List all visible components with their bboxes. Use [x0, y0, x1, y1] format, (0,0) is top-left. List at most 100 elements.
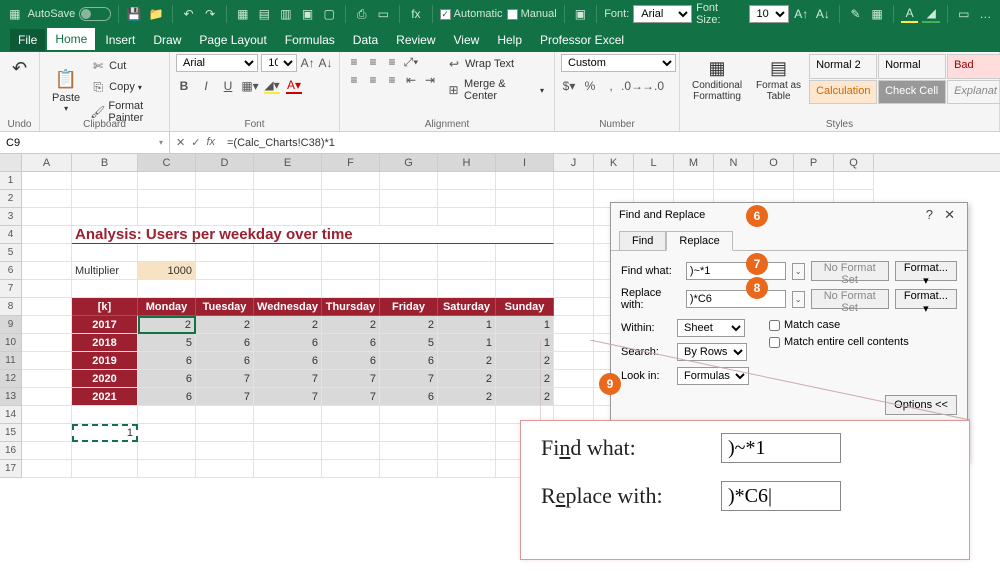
cell[interactable]: 2017 — [72, 316, 138, 334]
tab-help[interactable]: Help — [489, 29, 530, 51]
cell[interactable]: 2 — [196, 316, 254, 334]
indent-inc-icon[interactable]: ⇥ — [422, 72, 438, 88]
cell[interactable] — [196, 172, 254, 190]
cell[interactable] — [554, 280, 594, 298]
cell[interactable]: 2 — [496, 370, 554, 388]
fill-color-icon[interactable]: ◢ — [922, 5, 940, 23]
cell[interactable] — [22, 190, 72, 208]
cell[interactable] — [322, 190, 380, 208]
cell[interactable]: Monday — [138, 298, 196, 316]
percent-icon[interactable]: % — [582, 78, 598, 94]
cell[interactable]: Analysis: Users per weekday over time — [72, 226, 554, 244]
cell[interactable] — [72, 172, 138, 190]
qa-icon[interactable]: ▣ — [572, 5, 590, 23]
underline-icon[interactable]: U — [220, 78, 236, 94]
paste-button[interactable]: 📋Paste▾ — [46, 54, 86, 126]
cell[interactable] — [138, 208, 196, 226]
cut-button[interactable]: ✄Cut — [86, 56, 163, 76]
align-mid-icon[interactable]: ≡ — [365, 54, 381, 70]
cell[interactable] — [438, 424, 496, 442]
row-header[interactable]: 1 — [0, 172, 22, 190]
cell[interactable] — [438, 442, 496, 460]
cell[interactable] — [254, 280, 322, 298]
align-top-icon[interactable]: ≡ — [346, 54, 362, 70]
style-normal[interactable]: Normal — [878, 54, 946, 79]
inc-dec-icon[interactable]: .0→ — [624, 78, 640, 94]
cell[interactable]: Tuesday — [196, 298, 254, 316]
cell[interactable]: 2 — [138, 316, 196, 334]
cell[interactable] — [22, 352, 72, 370]
cell[interactable]: 1 — [438, 316, 496, 334]
number-format-select[interactable]: Custom — [561, 54, 676, 72]
font-size-select[interactable]: 10 — [261, 54, 297, 72]
col-header[interactable]: C — [138, 154, 196, 171]
align-right-icon[interactable]: ≡ — [384, 72, 400, 88]
row-header[interactable]: 7 — [0, 280, 22, 298]
cell[interactable] — [438, 244, 496, 262]
style-bad[interactable]: Bad — [947, 54, 1000, 79]
cell[interactable] — [196, 190, 254, 208]
row-header[interactable]: 15 — [0, 424, 22, 442]
cell[interactable] — [138, 442, 196, 460]
cell[interactable] — [22, 370, 72, 388]
cell[interactable] — [72, 208, 138, 226]
row-header[interactable]: 14 — [0, 406, 22, 424]
cell[interactable] — [22, 262, 72, 280]
qa-icon[interactable]: ▦ — [868, 5, 886, 23]
cell[interactable] — [138, 190, 196, 208]
qa-icon[interactable]: ▣ — [299, 5, 317, 23]
row-header[interactable]: 16 — [0, 442, 22, 460]
cell[interactable] — [834, 172, 874, 190]
row-header[interactable]: 12 — [0, 370, 22, 388]
cell[interactable]: Saturday — [438, 298, 496, 316]
cell[interactable] — [322, 244, 380, 262]
cell[interactable] — [72, 190, 138, 208]
cell[interactable]: 1 — [72, 424, 138, 442]
cell[interactable]: 1000 — [138, 262, 196, 280]
cell[interactable]: 7 — [196, 388, 254, 406]
cell[interactable] — [22, 208, 72, 226]
size-qa-select[interactable]: 10 — [749, 5, 789, 23]
cell[interactable] — [72, 244, 138, 262]
wrap-text-button[interactable]: ↩Wrap Text — [442, 54, 548, 74]
cell[interactable] — [138, 406, 196, 424]
cell[interactable]: 2020 — [72, 370, 138, 388]
cell[interactable] — [754, 172, 794, 190]
replace-with-input[interactable] — [686, 290, 786, 308]
cell[interactable] — [254, 442, 322, 460]
cell[interactable] — [22, 244, 72, 262]
tab-data[interactable]: Data — [345, 29, 386, 51]
help-button[interactable]: ? — [922, 207, 937, 222]
align-bot-icon[interactable]: ≡ — [384, 54, 400, 70]
cell[interactable]: 7 — [322, 388, 380, 406]
currency-icon[interactable]: $▾ — [561, 78, 577, 94]
cell[interactable] — [138, 244, 196, 262]
cell[interactable] — [554, 298, 594, 316]
find-format-button[interactable]: Format... ▾ — [895, 261, 957, 281]
cell[interactable] — [22, 172, 72, 190]
cell[interactable] — [496, 262, 554, 280]
row-header[interactable]: 5 — [0, 244, 22, 262]
cell[interactable] — [72, 442, 138, 460]
cell[interactable]: 6 — [322, 352, 380, 370]
cell[interactable]: 7 — [380, 370, 438, 388]
col-header[interactable]: P — [794, 154, 834, 171]
cell[interactable] — [380, 406, 438, 424]
cell[interactable]: 2018 — [72, 334, 138, 352]
cell[interactable]: Sunday — [496, 298, 554, 316]
cell[interactable] — [322, 172, 380, 190]
cell[interactable]: 2021 — [72, 388, 138, 406]
tab-formulas[interactable]: Formulas — [277, 29, 343, 51]
cell[interactable] — [254, 460, 322, 478]
cell[interactable] — [22, 406, 72, 424]
cell[interactable] — [138, 424, 196, 442]
cell[interactable] — [554, 226, 594, 244]
cell[interactable] — [594, 172, 634, 190]
name-box[interactable]: C9▾ — [0, 132, 170, 153]
cell[interactable] — [438, 172, 496, 190]
col-header[interactable]: Q — [834, 154, 874, 171]
cell[interactable] — [438, 190, 496, 208]
cell[interactable]: 1 — [496, 316, 554, 334]
cell[interactable] — [380, 442, 438, 460]
cell[interactable]: 7 — [254, 370, 322, 388]
